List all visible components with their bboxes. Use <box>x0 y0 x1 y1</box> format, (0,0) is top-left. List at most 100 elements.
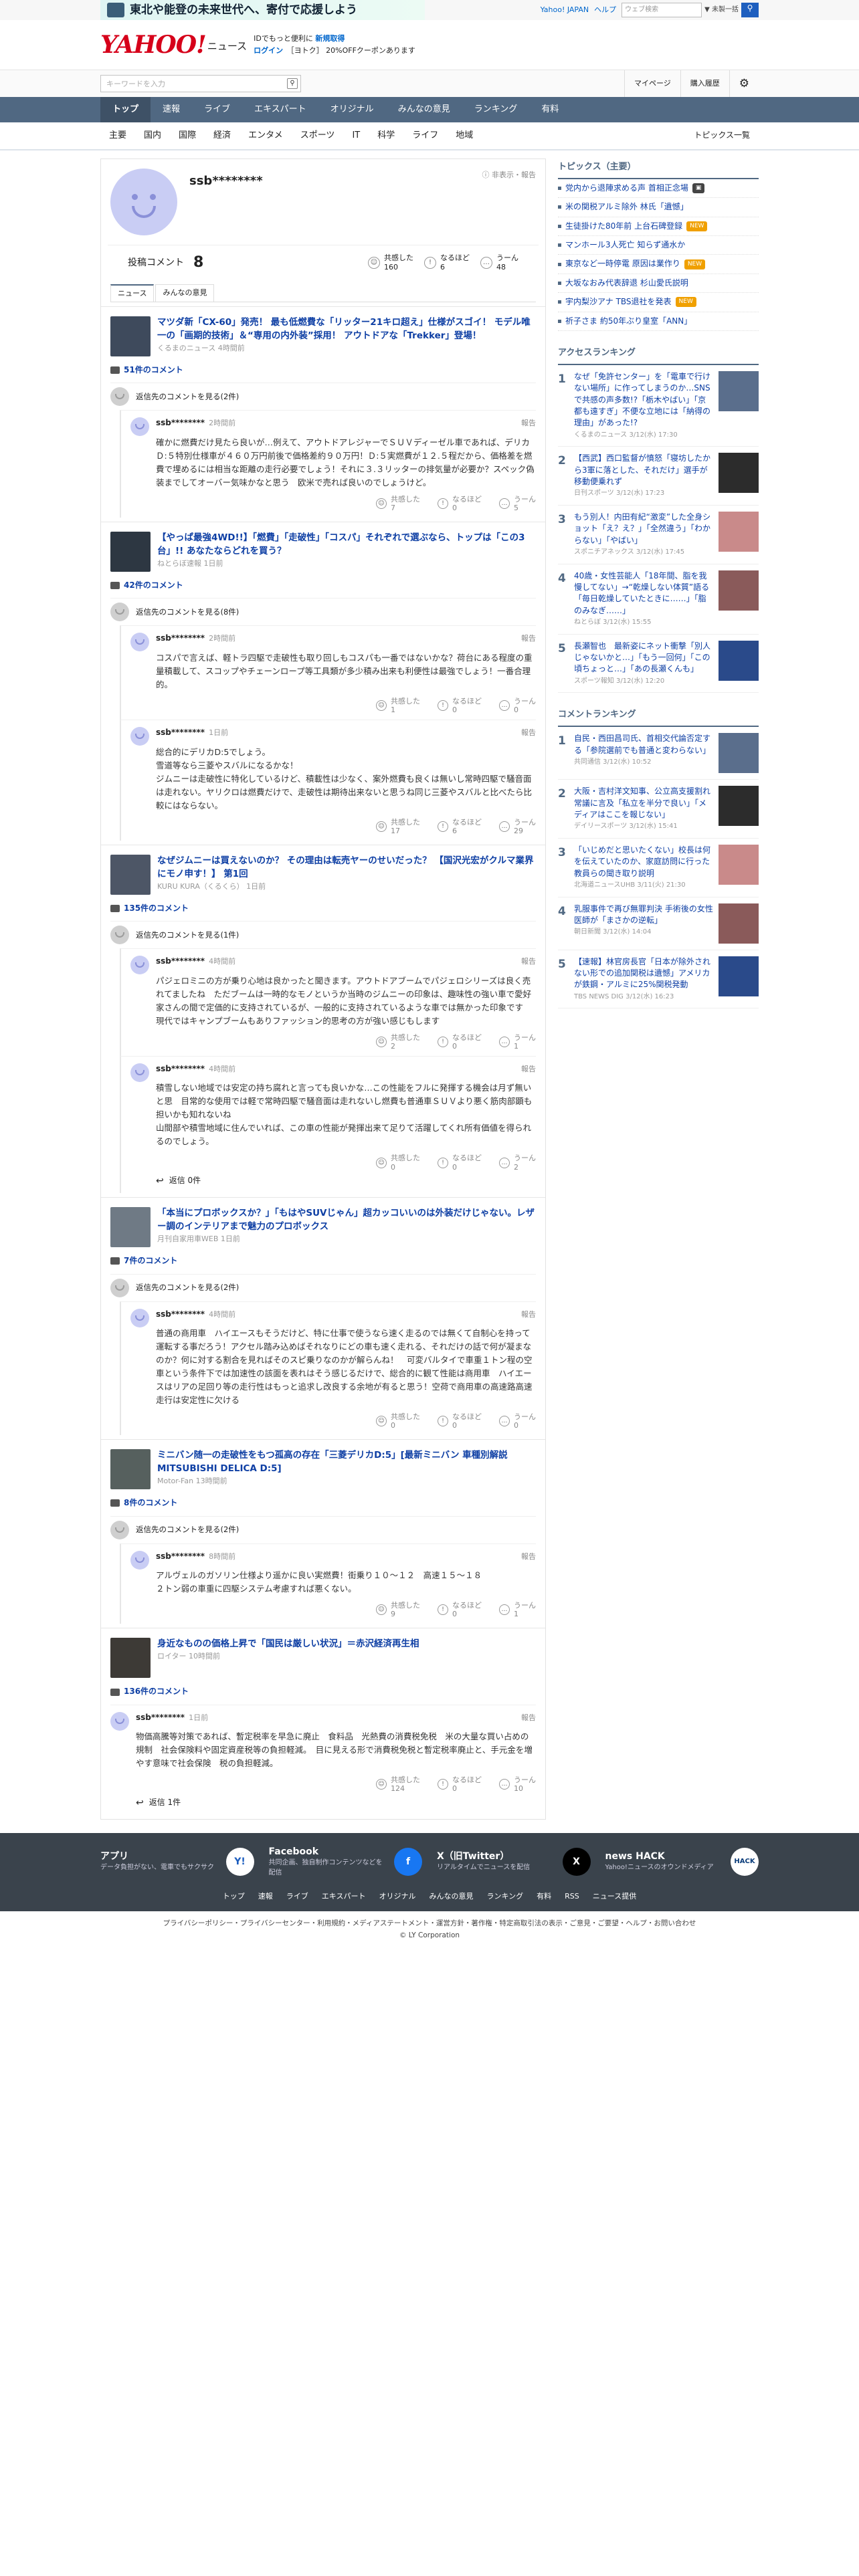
reaction-uun-button[interactable]: … うーん 10 <box>499 1776 536 1793</box>
avatar[interactable] <box>130 1063 149 1083</box>
article-thumbnail[interactable] <box>110 1207 151 1248</box>
avatar[interactable] <box>130 727 149 746</box>
footer-link-7[interactable]: 有料 <box>537 1891 551 1902</box>
subnav-item-6[interactable]: IT <box>343 130 369 142</box>
article-title-link[interactable]: マツダ新「CX-60」発売！ 最も低燃費な「リッター21キロ超え」仕様がスゴイ！… <box>157 317 531 341</box>
nav-tab-4[interactable]: オリジナル <box>318 97 386 122</box>
comment-user[interactable]: ssb******** <box>156 1309 205 1320</box>
comment-count-link[interactable]: 7件のコメント <box>110 1255 536 1267</box>
reaction-naruhodo-button[interactable]: ! なるほど 0 <box>438 1601 482 1618</box>
article-title-link[interactable]: 【やっぱ最強4WD!!】「燃費」「走破性」「コスパ」それぞれで選ぶなら、トップは… <box>157 532 525 556</box>
reaction-uun-button[interactable]: … うーん 1 <box>499 1601 536 1618</box>
report-link[interactable]: 報告 <box>521 633 536 644</box>
reaction-uun-button[interactable]: … うーん 1 <box>499 1033 536 1051</box>
reaction-kyokan-button[interactable]: ☺ 共感した 2 <box>376 1033 420 1051</box>
ranking-item[interactable]: 1 自民・西田昌司氏、首相交代論否定する「参院選前でも普通と変わらない」 共同通信 … <box>558 727 759 780</box>
comment-count-link[interactable]: 51件のコメント <box>110 364 536 376</box>
ranking-thumbnail[interactable] <box>719 570 759 611</box>
topic-item[interactable]: 宇内梨沙アナ TBS退社を発表 NEW <box>558 293 759 312</box>
footer-social-2[interactable]: X（旧Twitter） リアルタイムでニュースを配信 X <box>437 1845 591 1878</box>
ranking-thumbnail[interactable] <box>719 786 759 827</box>
comment-user[interactable]: ssb******** <box>136 1712 185 1723</box>
ranking-thumbnail[interactable] <box>719 903 759 944</box>
ranking-title[interactable]: なぜ「免許センター」を「電車で行けない場所」に作ってしまうのか…SNSで共感の声… <box>574 371 713 429</box>
comment-user[interactable]: ssb******** <box>156 956 205 967</box>
reaction-naruhodo-button[interactable]: ! なるほど 0 <box>438 1412 482 1430</box>
web-search-input[interactable]: ウェブ検索 <box>622 3 702 17</box>
ranking-item[interactable]: 4 乳服事件で再び無罪判決 手術後の女性医師が「まさかの逆転」 朝日新聞 3/12(… <box>558 897 759 950</box>
comment-user[interactable]: ssb******** <box>156 1551 205 1562</box>
footer-link-3[interactable]: エキスパート <box>322 1891 366 1902</box>
keyword-search-input[interactable]: キーワードを入力 ⚲ <box>100 75 301 92</box>
ranking-item[interactable]: 4 40歳・女性芸能人「18年間、脂を我慢してない」→“乾燥しない体質”語る「毎日… <box>558 564 759 635</box>
yahoo-news-logo[interactable]: YAHOO! ニュース <box>100 33 247 57</box>
ranking-item[interactable]: 3 もう別人！内田有紀“激変”した全身ショット「え？え？」「全然違う」「わからない… <box>558 506 759 564</box>
subnav-item-1[interactable]: 国内 <box>135 130 170 142</box>
mypage-link[interactable]: マイページ <box>624 70 680 97</box>
footer-link-0[interactable]: トップ <box>223 1891 245 1902</box>
replies-link[interactable]: ↩ 返信 0件 <box>156 1174 536 1188</box>
comment-count-link[interactable]: 8件のコメント <box>110 1497 536 1509</box>
subnav-item-7[interactable]: 科学 <box>369 130 403 142</box>
nav-tab-5[interactable]: みんなの意見 <box>386 97 462 122</box>
comment-count-link[interactable]: 136件のコメント <box>110 1686 536 1697</box>
subnav-item-9[interactable]: 地域 <box>447 130 482 142</box>
login-link[interactable]: ログイン <box>254 46 283 55</box>
coupon-link[interactable]: ［ヨトク］ 20%OFFクーポンあります <box>290 46 415 55</box>
reaction-uun-button[interactable]: … うーん 2 <box>499 1154 536 1172</box>
reaction-kyokan-button[interactable]: ☺ 共感した 124 <box>376 1776 420 1793</box>
search-icon[interactable]: ⚲ <box>287 78 298 89</box>
topic-item[interactable]: マンホール3人死亡 知らず通水か <box>558 236 759 255</box>
gear-icon[interactable]: ⚙ <box>729 70 759 97</box>
ranking-title[interactable]: 【速報】林官房長官「日本が除外されない形での追加関税は遺憾」アメリカが鉄鋼・アル… <box>574 956 713 991</box>
footer-link-6[interactable]: ランキング <box>486 1891 523 1902</box>
ranking-thumbnail[interactable] <box>719 956 759 996</box>
reply-source-link[interactable]: 返信先のコメントを見る(2件) <box>110 1515 536 1543</box>
ranking-item[interactable]: 5 長瀬智也 最新姿にネット衝撃「別人じゃないかと…」「もう一回何」「この頃ちょっ… <box>558 635 759 693</box>
yahoo-japan-link[interactable]: Yahoo! JAPAN <box>541 5 589 15</box>
article-thumbnail[interactable] <box>110 531 151 572</box>
subnav-item-4[interactable]: エンタメ <box>240 130 292 142</box>
reaction-kyokan-button[interactable]: ☺ 共感した 0 <box>376 1154 420 1172</box>
ranking-title[interactable]: 大阪・吉村洋文知事、公立高支援割れ常議に言及「私立を半分で良い」「メディアはここ… <box>574 786 713 821</box>
report-link[interactable]: 報告 <box>521 1713 536 1723</box>
footer-link-9[interactable]: ニュース提供 <box>593 1891 636 1902</box>
article-title-link[interactable]: ミニバン随一の走破性をもつ孤高の存在「三菱デリカD:5」[最新ミニバン 車種別解… <box>157 1450 508 1474</box>
purchase-history-link[interactable]: 購入履歴 <box>680 70 729 97</box>
ranking-title[interactable]: 40歳・女性芸能人「18年間、脂を我慢してない」→“乾燥しない体質”語る「毎日乾… <box>574 570 713 617</box>
article-thumbnail[interactable] <box>110 854 151 895</box>
comment-user[interactable]: ssb******** <box>156 417 205 429</box>
footer-link-4[interactable]: オリジナル <box>379 1891 415 1902</box>
ranking-item[interactable]: 2 【西武】西口監督が憤怒「寝坊したから3軍に落とした、それだけ」選手が移動便乗れ… <box>558 447 759 506</box>
report-link[interactable]: 報告 <box>521 1309 536 1320</box>
ranking-title[interactable]: 【西武】西口監督が憤怒「寝坊したから3軍に落とした、それだけ」選手が移動便乗れず <box>574 453 713 488</box>
reaction-naruhodo-button[interactable]: ! なるほど 0 <box>438 495 482 512</box>
ranking-thumbnail[interactable] <box>719 453 759 494</box>
subnav-item-5[interactable]: スポーツ <box>292 130 344 142</box>
topic-item[interactable]: 党内から退陣求める声 首相正念場 ▣ <box>558 179 759 199</box>
nav-tab-6[interactable]: ランキング <box>462 97 530 122</box>
subnav-item-2[interactable]: 国際 <box>170 130 205 142</box>
avatar[interactable] <box>130 1550 149 1570</box>
footer-social-3[interactable]: news HACK Yahoo!ニュースのオウンドメディア HACK <box>605 1845 759 1878</box>
topic-item[interactable]: 生徒掛けた80年前 上台石碑登録 NEW <box>558 217 759 237</box>
tab-opinion[interactable]: みんなの意見 <box>155 284 215 302</box>
ranking-thumbnail[interactable] <box>719 844 759 885</box>
footer-link-1[interactable]: 速報 <box>258 1891 273 1902</box>
ranking-thumbnail[interactable] <box>719 640 759 681</box>
ranking-thumbnail[interactable] <box>719 370 759 411</box>
reaction-uun-button[interactable]: … うーん 5 <box>499 495 536 512</box>
help-link[interactable]: ヘルプ <box>594 5 616 15</box>
reaction-kyokan-button[interactable]: ☺ 共感した 7 <box>376 495 420 512</box>
reaction-naruhodo-button[interactable]: ! なるほど 0 <box>438 697 482 714</box>
topic-item[interactable]: 米の関税アルミ除外 林氏「遺憾」 <box>558 198 759 217</box>
nav-tab-7[interactable]: 有料 <box>529 97 571 122</box>
report-link[interactable]: 報告 <box>521 728 536 738</box>
subnav-item-0[interactable]: 主要 <box>100 130 135 142</box>
comment-user[interactable]: ssb******** <box>156 727 205 738</box>
footer-social-1[interactable]: Facebook 共同企画、独自制作コンテンツなどを配信 f <box>269 1845 422 1878</box>
subnav-item-8[interactable]: ライフ <box>403 130 447 142</box>
reply-source-link[interactable]: 返信先のコメントを見る(2件) <box>110 1273 536 1301</box>
ranking-title[interactable]: 長瀬智也 最新姿にネット衝撃「別人じゃないかと…」「もう一回何」「この頃ちょっと… <box>574 641 713 675</box>
reaction-uun-button[interactable]: … うーん 0 <box>499 1412 536 1430</box>
